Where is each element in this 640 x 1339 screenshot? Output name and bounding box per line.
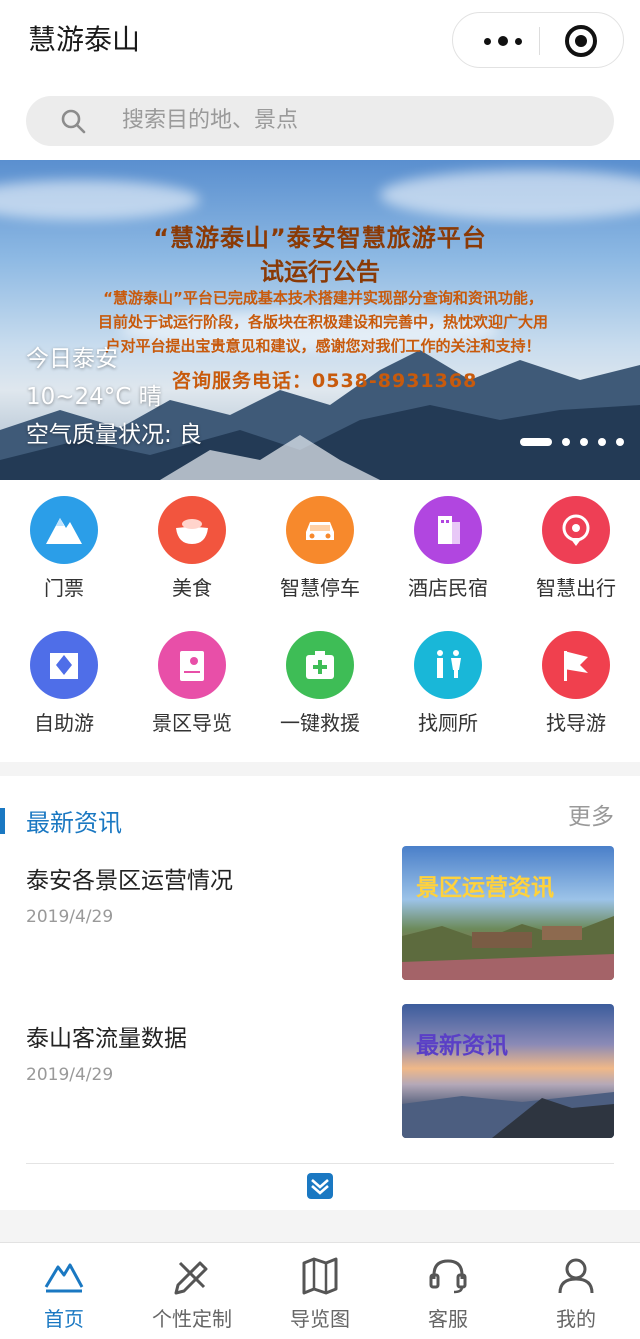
car-icon bbox=[286, 496, 354, 564]
close-target-icon[interactable] bbox=[565, 25, 597, 57]
tab-label: 个性定制 bbox=[152, 1307, 232, 1331]
service-label: 一键救援 bbox=[280, 711, 360, 735]
service-label: 门票 bbox=[44, 576, 84, 600]
weather-temp: 10~24°C 晴 bbox=[26, 384, 162, 410]
news-thumbnail: 最新资讯 bbox=[402, 1004, 614, 1138]
mountain-icon bbox=[30, 496, 98, 564]
location-pin-icon bbox=[542, 496, 610, 564]
service-scenic-guide[interactable]: 景区导览 bbox=[128, 615, 256, 745]
tab-label: 我的 bbox=[556, 1307, 596, 1331]
section-divider bbox=[0, 1210, 640, 1242]
search-icon bbox=[61, 109, 86, 134]
service-label: 景区导览 bbox=[152, 711, 232, 735]
dot-icon bbox=[515, 37, 522, 45]
service-restroom[interactable]: 找厕所 bbox=[384, 615, 512, 745]
thumbnail-caption: 最新资讯 bbox=[416, 1033, 508, 1059]
dot-icon bbox=[498, 36, 508, 46]
service-hotel[interactable]: 酒店民宿 bbox=[384, 480, 512, 610]
section-divider bbox=[0, 762, 640, 776]
search-bar[interactable]: 搜索目的地、景点 bbox=[26, 96, 614, 146]
service-label: 美食 bbox=[172, 576, 212, 600]
tab-home[interactable]: 首页 bbox=[0, 1243, 128, 1339]
banner-body-line: 目前处于试运行阶段，各版块在积极建设和完善中，热忱欢迎广大用 bbox=[97, 313, 548, 331]
carousel-dot[interactable] bbox=[616, 438, 624, 446]
news-item[interactable]: 泰安各景区运营情况 2019/4/29 景区运营资讯 bbox=[0, 846, 640, 986]
food-bowl-icon bbox=[158, 496, 226, 564]
service-label: 找厕所 bbox=[418, 711, 478, 735]
more-menu-button[interactable] bbox=[473, 13, 533, 69]
service-label: 自助游 bbox=[34, 711, 94, 735]
weather-air-quality: 空气质量状况: 良 bbox=[26, 422, 203, 448]
bottom-tab-bar: 首页 个性定制 导览图 客服 我的 bbox=[0, 1242, 640, 1339]
dot-icon bbox=[484, 37, 491, 45]
expand-chevron-icon[interactable] bbox=[306, 1172, 334, 1200]
news-more-link[interactable]: 更多 bbox=[568, 800, 614, 834]
news-bottom-rule bbox=[26, 1163, 614, 1164]
customize-icon bbox=[174, 1261, 208, 1295]
service-label: 找导游 bbox=[546, 711, 606, 735]
map-guide-icon bbox=[158, 631, 226, 699]
news-date: 2019/4/29 bbox=[26, 1065, 114, 1085]
news-date: 2019/4/29 bbox=[26, 907, 114, 927]
first-aid-icon bbox=[286, 631, 354, 699]
banner-subheadline: 试运行公告 bbox=[260, 258, 380, 286]
restroom-icon bbox=[414, 631, 482, 699]
carousel-dot[interactable] bbox=[520, 438, 552, 446]
news-item[interactable]: 泰山客流量数据 2019/4/29 最新资讯 bbox=[0, 1004, 640, 1144]
banner-headline: “慧游泰山”泰安智慧旅游平台 bbox=[153, 224, 487, 252]
mini-program-capsule bbox=[452, 12, 624, 68]
news-section-title: 最新资讯 bbox=[26, 809, 122, 837]
news-headline: 泰安各景区运营情况 bbox=[26, 868, 233, 894]
service-parking[interactable]: 智慧停车 bbox=[256, 480, 384, 610]
self-tour-icon bbox=[30, 631, 98, 699]
tab-profile[interactable]: 我的 bbox=[512, 1243, 640, 1339]
app-title: 慧游泰山 bbox=[28, 23, 141, 56]
section-accent-bar bbox=[0, 808, 5, 834]
top-header: 慧游泰山 bbox=[0, 0, 640, 84]
service-label: 智慧出行 bbox=[536, 576, 616, 600]
service-rescue[interactable]: 一键救援 bbox=[256, 615, 384, 745]
hotel-building-icon bbox=[414, 496, 482, 564]
banner-body-line: “慧游泰山”平台已完成基本技术搭建并实现部分查询和资讯功能， bbox=[103, 289, 543, 307]
home-mountain-icon bbox=[44, 1263, 84, 1293]
map-icon bbox=[302, 1257, 338, 1295]
headset-icon bbox=[429, 1259, 467, 1294]
service-tickets[interactable]: 门票 bbox=[0, 480, 128, 610]
service-grid: 门票 美食 智慧停车 酒店民宿 智慧出行 自助游 景区导览 一键救援 找厕所 找… bbox=[0, 480, 640, 762]
carousel-dot[interactable] bbox=[562, 438, 570, 446]
service-self-tour[interactable]: 自助游 bbox=[0, 615, 128, 745]
news-thumbnail: 景区运营资讯 bbox=[402, 846, 614, 980]
banner-hotline: 咨询服务电话：0538-8931368 bbox=[172, 370, 478, 392]
news-headline: 泰山客流量数据 bbox=[26, 1026, 187, 1052]
search-placeholder: 搜索目的地、景点 bbox=[122, 108, 299, 133]
carousel-dot[interactable] bbox=[598, 438, 606, 446]
service-label: 酒店民宿 bbox=[408, 576, 488, 600]
tab-label: 客服 bbox=[428, 1307, 468, 1331]
user-icon bbox=[558, 1258, 594, 1294]
tab-label: 导览图 bbox=[290, 1307, 350, 1331]
carousel-dot[interactable] bbox=[580, 438, 588, 446]
capsule-divider bbox=[539, 27, 540, 55]
service-tour-guide[interactable]: 找导游 bbox=[512, 615, 640, 745]
tab-customer-service[interactable]: 客服 bbox=[384, 1243, 512, 1339]
tab-map[interactable]: 导览图 bbox=[256, 1243, 384, 1339]
carousel-indicator bbox=[520, 438, 624, 446]
service-label: 智慧停车 bbox=[280, 576, 360, 600]
service-food[interactable]: 美食 bbox=[128, 480, 256, 610]
announcement-banner[interactable]: “慧游泰山”泰安智慧旅游平台 试运行公告 “慧游泰山”平台已完成基本技术搭建并实… bbox=[0, 160, 640, 480]
weather-city: 今日泰安 bbox=[26, 346, 118, 372]
tab-label: 首页 bbox=[44, 1307, 84, 1331]
thumbnail-caption: 景区运营资讯 bbox=[416, 875, 554, 901]
flag-icon bbox=[542, 631, 610, 699]
weather-overlay: 今日泰安 10~24°C 晴 空气质量状况: 良 bbox=[26, 340, 202, 454]
service-smart-travel[interactable]: 智慧出行 bbox=[512, 480, 640, 610]
news-section: 最新资讯 更多 泰安各景区运营情况 2019/4/29 景区运营资讯 泰山客流量… bbox=[0, 776, 640, 1210]
tab-customize[interactable]: 个性定制 bbox=[128, 1243, 256, 1339]
